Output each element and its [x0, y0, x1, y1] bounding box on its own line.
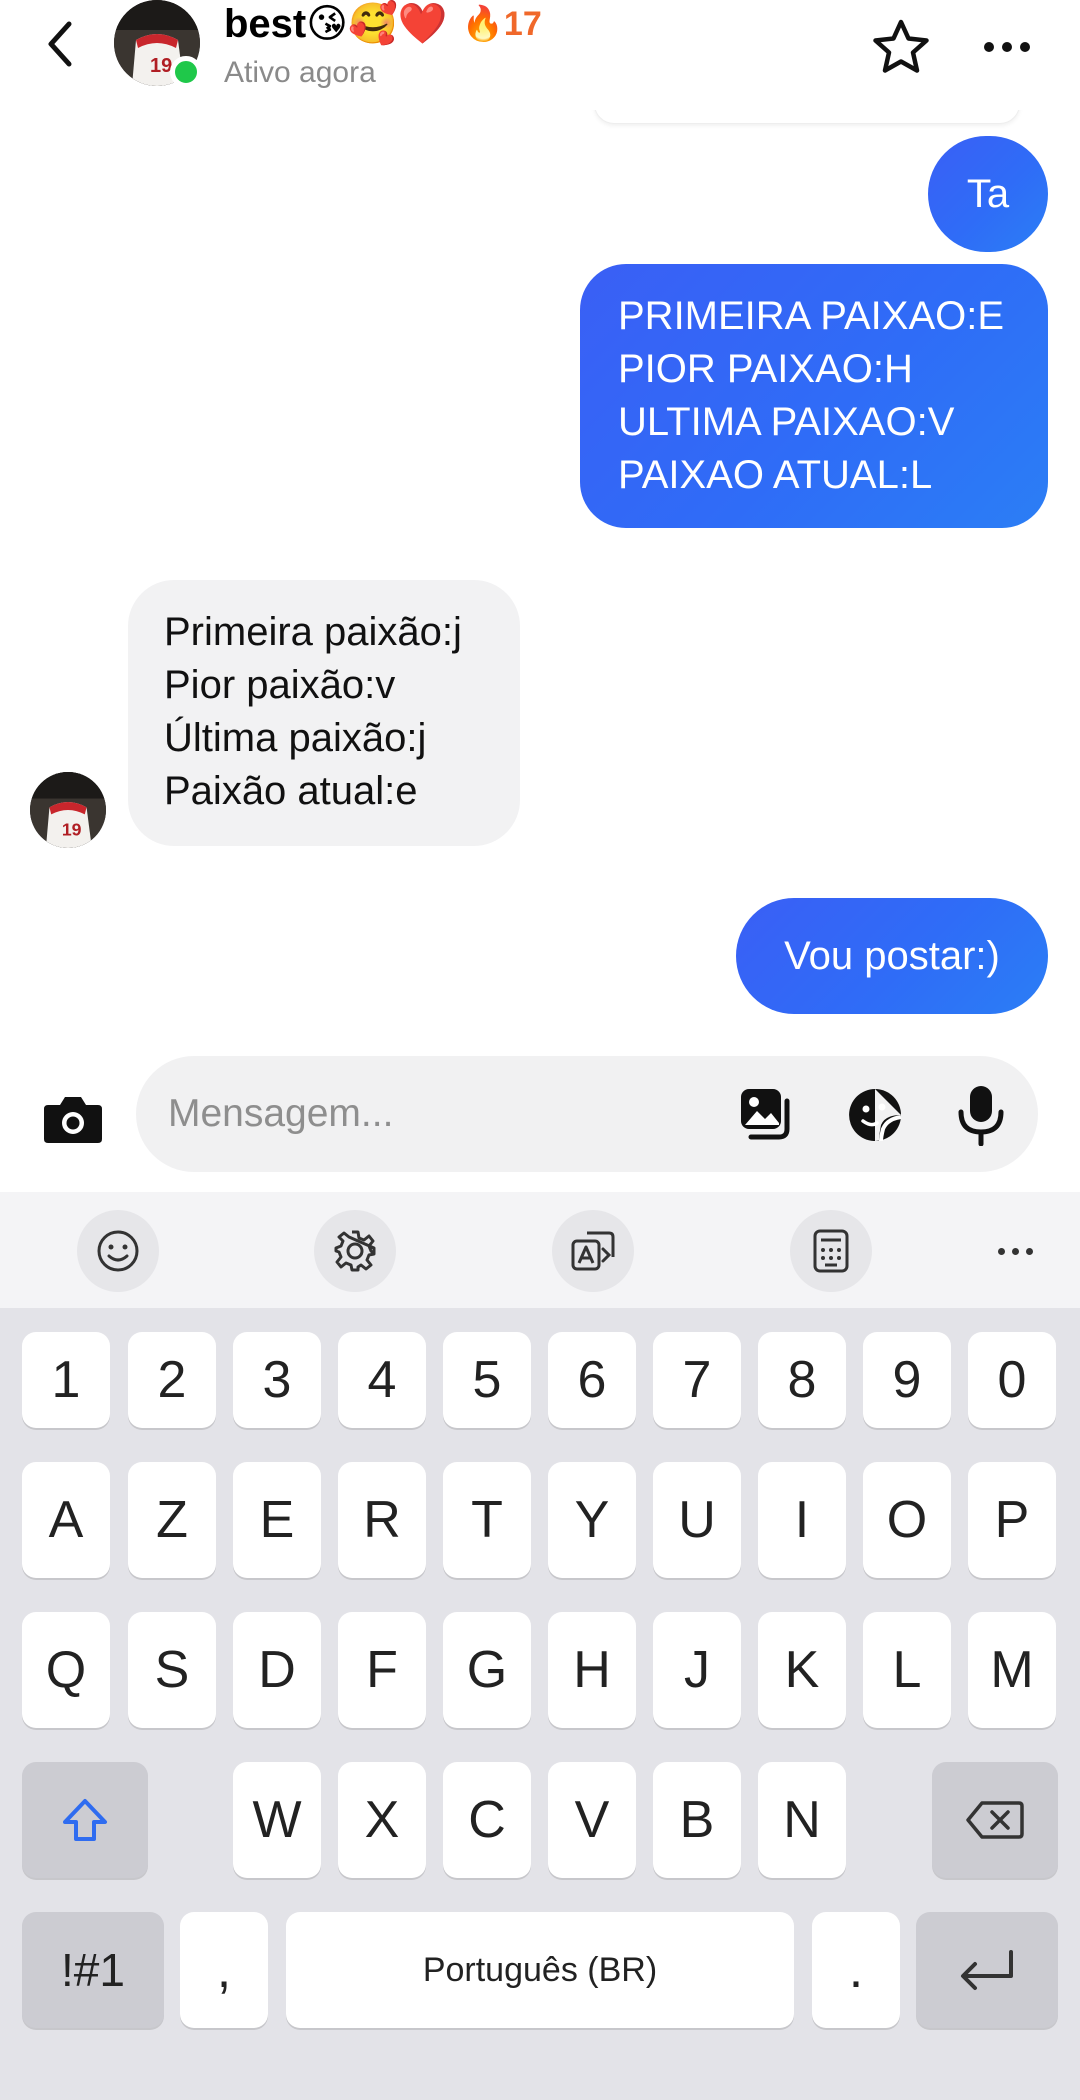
fire-icon: 🔥: [461, 5, 504, 43]
more-icon-dot: [1020, 42, 1030, 52]
key-f[interactable]: F: [338, 1612, 426, 1728]
message-input[interactable]: [168, 1086, 728, 1142]
keyboard-toolbar: [0, 1192, 1080, 1308]
svg-text:19: 19: [62, 820, 82, 840]
streak-badge: 🔥17: [462, 0, 542, 48]
star-icon: [873, 19, 929, 73]
translate-button[interactable]: [552, 1210, 634, 1292]
enter-key[interactable]: [916, 1912, 1058, 2028]
key-3[interactable]: 3: [233, 1332, 321, 1428]
shift-key[interactable]: [22, 1762, 148, 1878]
key-g[interactable]: G: [443, 1612, 531, 1728]
key-r[interactable]: R: [338, 1462, 426, 1578]
streak-count: 17: [503, 5, 542, 43]
keyboard: 1 2 3 4 5 6 7 8 9 0 A Z E R T Y U I O P …: [0, 1308, 1080, 2100]
more-icon-dot: [984, 42, 994, 52]
key-b[interactable]: B: [653, 1762, 741, 1878]
message-list[interactable]: Ta PRIMEIRA PAIXAO:E PIOR PAIXAO:H ULTIM…: [0, 110, 1080, 1050]
key-6[interactable]: 6: [548, 1332, 636, 1428]
key-h[interactable]: H: [548, 1612, 636, 1728]
message-bubble-incoming[interactable]: Primeira paixão:j Pior paixão:v Última p…: [128, 580, 520, 846]
key-x[interactable]: X: [338, 1762, 426, 1878]
more-icon-dot: [1025, 1247, 1033, 1255]
key-4[interactable]: 4: [338, 1332, 426, 1428]
key-d[interactable]: D: [233, 1612, 321, 1728]
space-key[interactable]: Português (BR): [286, 1912, 794, 2028]
keyboard-mode-button[interactable]: [790, 1210, 872, 1292]
message-bubble-outgoing[interactable]: Vou postar:): [736, 898, 1048, 1014]
key-2[interactable]: 2: [128, 1332, 216, 1428]
favorite-button[interactable]: [868, 14, 934, 80]
key-z[interactable]: Z: [128, 1462, 216, 1578]
more-options-button[interactable]: [972, 14, 1042, 80]
key-0[interactable]: 0: [968, 1332, 1056, 1428]
more-icon-dot: [1002, 42, 1012, 52]
key-v[interactable]: V: [548, 1762, 636, 1878]
chevron-left-icon: [48, 21, 72, 67]
key-i[interactable]: I: [758, 1462, 846, 1578]
online-status-dot: [170, 56, 202, 88]
svg-text:19: 19: [150, 55, 172, 77]
key-l[interactable]: L: [863, 1612, 951, 1728]
key-k[interactable]: K: [758, 1612, 846, 1728]
message-composer: [0, 1056, 1080, 1192]
chat-header: 19 best😘🥰❤️ 🔥17 Ativo agora: [0, 0, 1080, 110]
sticker-button[interactable]: [840, 1080, 910, 1150]
gallery-icon: [741, 1089, 790, 1140]
backspace-key[interactable]: [932, 1762, 1058, 1878]
active-status: Ativo agora: [224, 56, 376, 89]
key-c[interactable]: C: [443, 1762, 531, 1878]
camera-button[interactable]: [42, 1088, 104, 1150]
key-y[interactable]: Y: [548, 1462, 636, 1578]
key-8[interactable]: 8: [758, 1332, 846, 1428]
voice-message-button[interactable]: [946, 1080, 1016, 1150]
gallery-button[interactable]: [732, 1080, 802, 1150]
previous-message-edge: [594, 110, 1020, 124]
key-1[interactable]: 1: [22, 1332, 110, 1428]
emoji-icon: [97, 1230, 139, 1272]
key-w[interactable]: W: [233, 1762, 321, 1878]
keypad-icon: [813, 1229, 849, 1273]
key-u[interactable]: U: [653, 1462, 741, 1578]
shift-icon: [63, 1799, 107, 1841]
key-5[interactable]: 5: [443, 1332, 531, 1428]
symbols-key[interactable]: !#1: [22, 1912, 164, 2028]
key-a[interactable]: A: [22, 1462, 110, 1578]
key-t[interactable]: T: [443, 1462, 531, 1578]
message-bubble-outgoing[interactable]: PRIMEIRA PAIXAO:E PIOR PAIXAO:H ULTIMA P…: [580, 264, 1048, 528]
key-o[interactable]: O: [863, 1462, 951, 1578]
key-q[interactable]: Q: [22, 1612, 110, 1728]
back-button[interactable]: [36, 14, 84, 74]
camera-icon: [44, 1097, 102, 1143]
key-m[interactable]: M: [968, 1612, 1056, 1728]
keyboard-settings-button[interactable]: [314, 1210, 396, 1292]
translate-icon: [571, 1231, 615, 1271]
key-7[interactable]: 7: [653, 1332, 741, 1428]
microphone-icon: [958, 1086, 1004, 1146]
gear-icon: [334, 1230, 376, 1272]
sender-avatar[interactable]: 19: [30, 772, 106, 848]
message-input-pill: [136, 1056, 1038, 1172]
sticker-icon: [849, 1089, 902, 1142]
key-j[interactable]: J: [653, 1612, 741, 1728]
message-bubble-outgoing[interactable]: Ta: [928, 136, 1048, 252]
contact-name: best😘🥰❤️: [224, 2, 448, 46]
emoji-button[interactable]: [77, 1210, 159, 1292]
comma-key[interactable]: ,: [180, 1912, 268, 2028]
contact-avatar[interactable]: 19: [114, 0, 202, 88]
backspace-icon: [966, 1801, 1024, 1839]
key-s[interactable]: S: [128, 1612, 216, 1728]
key-p[interactable]: P: [968, 1462, 1056, 1578]
toolbar-more-button[interactable]: [974, 1210, 1056, 1292]
enter-icon: [961, 1950, 1013, 1990]
more-icon-dot: [1011, 1247, 1019, 1255]
key-n[interactable]: N: [758, 1762, 846, 1878]
key-9[interactable]: 9: [863, 1332, 951, 1428]
more-icon-dot: [997, 1247, 1005, 1255]
key-e[interactable]: E: [233, 1462, 321, 1578]
period-key[interactable]: .: [812, 1912, 900, 2028]
chat-title[interactable]: best😘🥰❤️ 🔥17: [224, 0, 542, 48]
